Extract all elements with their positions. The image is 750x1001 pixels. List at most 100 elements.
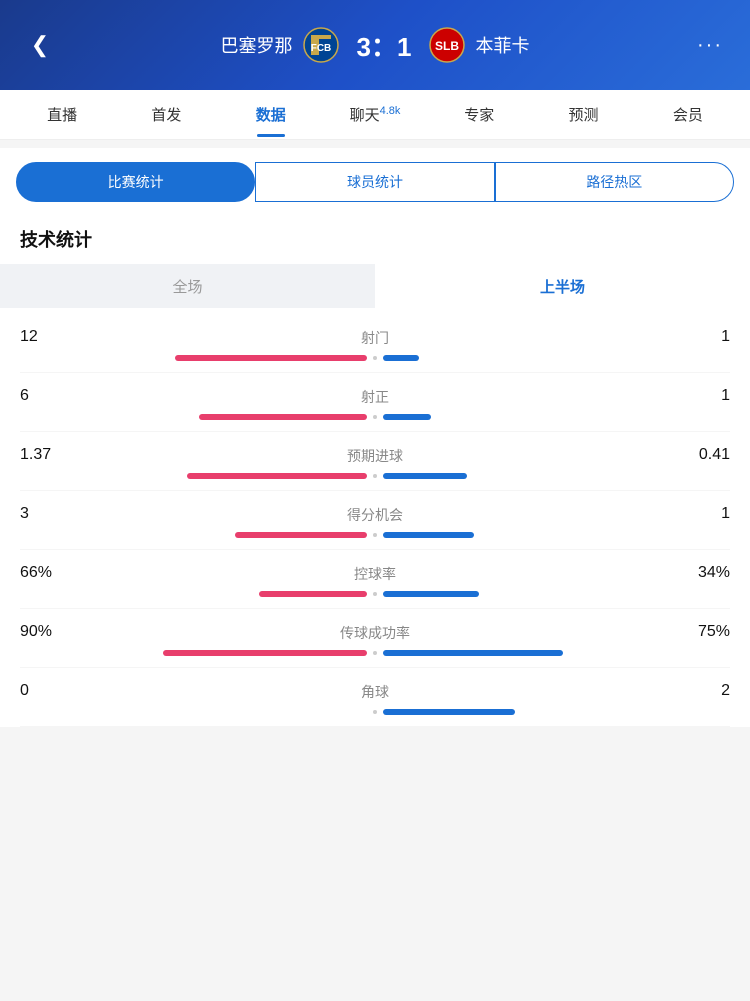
nav-tabs: 直播 首发 数据 聊天4.8k 专家 预测 会员 (0, 90, 750, 140)
subtab-heatmap[interactable]: 路径热区 (495, 162, 734, 202)
stat-bars (20, 708, 730, 716)
stat-left-value: 6 (20, 387, 80, 407)
content-area: 比赛统计 球员统计 路径热区 技术统计 全场 上半场 12 射门 1 6 射正 (0, 148, 750, 727)
match-info: 巴塞罗那 FCB 3：1 SLB 本菲卡 (60, 27, 690, 64)
right-bar-wrap (383, 650, 730, 656)
stat-left-value: 66% (20, 564, 80, 584)
bar-divider (373, 592, 377, 596)
right-bar (383, 414, 431, 420)
stat-row: 0 角球 2 (20, 668, 730, 727)
bar-divider (373, 651, 377, 655)
bar-divider (373, 356, 377, 360)
svg-text:SLB: SLB (435, 39, 459, 53)
stat-right-value: 1 (670, 387, 730, 407)
right-bar (383, 650, 563, 656)
stat-numbers: 6 射正 1 (20, 387, 730, 407)
right-bar (383, 532, 474, 538)
stat-label: 射正 (361, 387, 389, 407)
tab-expert[interactable]: 专家 (427, 92, 531, 137)
stat-row: 1.37 预期进球 0.41 (20, 432, 730, 491)
stat-numbers: 66% 控球率 34% (20, 564, 730, 584)
stat-row: 3 得分机会 1 (20, 491, 730, 550)
stats-container: 12 射门 1 6 射正 1 (0, 314, 750, 727)
stat-numbers: 0 角球 2 (20, 682, 730, 702)
half-tab-full[interactable]: 全场 (0, 264, 375, 308)
svg-text:FCB: FCB (310, 43, 331, 54)
left-bar-wrap (20, 650, 367, 656)
right-bar-wrap (383, 414, 730, 420)
tab-live[interactable]: 直播 (10, 92, 114, 137)
sub-tabs: 比赛统计 球员统计 路径热区 (0, 148, 750, 216)
stat-right-value: 75% (670, 623, 730, 643)
left-bar (187, 473, 367, 479)
stat-numbers: 90% 传球成功率 75% (20, 623, 730, 643)
stat-left-value: 1.37 (20, 446, 80, 466)
tab-data[interactable]: 数据 (219, 92, 323, 137)
stat-label: 预期进球 (347, 446, 403, 466)
stat-right-value: 34% (670, 564, 730, 584)
bar-divider (373, 474, 377, 478)
stat-label: 射门 (361, 328, 389, 348)
stat-left-value: 90% (20, 623, 80, 643)
stat-bars (20, 649, 730, 657)
stat-numbers: 3 得分机会 1 (20, 505, 730, 525)
stat-row: 90% 传球成功率 75% (20, 609, 730, 668)
half-tab-first[interactable]: 上半场 (375, 264, 750, 308)
more-button[interactable]: ··· (690, 34, 730, 57)
stat-right-value: 2 (670, 682, 730, 702)
right-bar-wrap (383, 532, 730, 538)
left-bar (235, 532, 367, 538)
half-tabs: 全场 上半场 (0, 264, 750, 308)
stat-label: 得分机会 (347, 505, 403, 525)
tab-member[interactable]: 会员 (636, 92, 740, 137)
away-team-logo: SLB (429, 27, 465, 63)
right-bar-wrap (383, 709, 730, 715)
stat-label: 角球 (361, 682, 389, 702)
stat-right-value: 1 (670, 328, 730, 348)
right-bar (383, 709, 515, 715)
right-bar-wrap (383, 355, 730, 361)
stat-right-value: 0.41 (670, 446, 730, 466)
bar-divider (373, 533, 377, 537)
right-bar-wrap (383, 473, 730, 479)
bar-divider (373, 710, 377, 714)
back-button[interactable]: ❮ (20, 32, 60, 58)
match-header: ❮ 巴塞罗那 FCB 3：1 SLB 本菲卡 ··· (0, 0, 750, 90)
home-team-logo: FCB (303, 27, 339, 63)
stat-label: 传球成功率 (340, 623, 410, 643)
left-bar (163, 650, 367, 656)
stat-numbers: 12 射门 1 (20, 328, 730, 348)
tab-predict[interactable]: 预测 (531, 92, 635, 137)
tab-lineup[interactable]: 首发 (114, 92, 218, 137)
stat-bars (20, 354, 730, 362)
stat-bars (20, 472, 730, 480)
left-bar-wrap (20, 709, 367, 715)
stat-numbers: 1.37 预期进球 0.41 (20, 446, 730, 466)
subtab-match-stats[interactable]: 比赛统计 (16, 162, 255, 202)
right-bar (383, 591, 479, 597)
stat-row: 12 射门 1 (20, 314, 730, 373)
tab-chat[interactable]: 聊天4.8k (323, 92, 427, 137)
left-bar-wrap (20, 532, 367, 538)
stat-left-value: 3 (20, 505, 80, 525)
left-bar-wrap (20, 355, 367, 361)
match-score: 3：1 (357, 27, 412, 64)
section-title: 技术统计 (0, 216, 750, 258)
stat-left-value: 12 (20, 328, 80, 348)
left-bar (199, 414, 367, 420)
left-bar-wrap (20, 591, 367, 597)
left-bar (175, 355, 367, 361)
right-bar (383, 355, 419, 361)
stat-label: 控球率 (354, 564, 396, 584)
stat-right-value: 1 (670, 505, 730, 525)
stat-row: 66% 控球率 34% (20, 550, 730, 609)
left-bar-wrap (20, 414, 367, 420)
left-bar (259, 591, 367, 597)
left-bar-wrap (20, 473, 367, 479)
right-bar-wrap (383, 591, 730, 597)
subtab-player-stats[interactable]: 球员统计 (255, 162, 494, 202)
stat-row: 6 射正 1 (20, 373, 730, 432)
stat-bars (20, 413, 730, 421)
home-team-name: 巴塞罗那 (221, 32, 293, 58)
stat-left-value: 0 (20, 682, 80, 702)
